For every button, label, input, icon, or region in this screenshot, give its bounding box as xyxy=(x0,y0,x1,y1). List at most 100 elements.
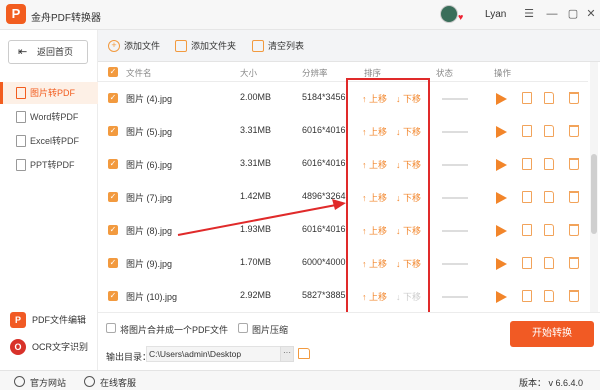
sidebar-item-image-to-pdf[interactable]: 图片转PDF xyxy=(0,82,98,104)
clear-list-button[interactable]: 清空列表 xyxy=(252,39,304,53)
open-folder-icon[interactable] xyxy=(544,125,554,137)
row-checkbox[interactable]: ✓ xyxy=(108,126,118,136)
close-button[interactable]: ✕ xyxy=(584,7,598,21)
sidebar-item-excel-to-pdf[interactable]: Excel转PDF xyxy=(0,130,98,152)
version-text: 版本： v 6.6.4.0 xyxy=(519,378,584,388)
merge-label: 将图片合并成一个PDF文件 xyxy=(120,325,229,335)
delete-icon[interactable] xyxy=(569,191,579,203)
open-output-folder-icon[interactable] xyxy=(298,348,310,359)
row-checkbox[interactable]: ✓ xyxy=(108,159,118,169)
ocr-link[interactable]: O OCR文字识别 xyxy=(10,337,96,357)
delete-icon[interactable] xyxy=(569,290,579,302)
document-icon[interactable] xyxy=(522,92,532,104)
ocr-icon: O xyxy=(10,339,26,355)
document-icon[interactable] xyxy=(522,158,532,170)
open-folder-icon[interactable] xyxy=(544,92,554,104)
open-folder-icon[interactable] xyxy=(544,290,554,302)
merge-checkbox[interactable] xyxy=(106,323,116,333)
progress-bar xyxy=(442,164,468,166)
progress-bar xyxy=(442,98,468,100)
progress-bar xyxy=(442,131,468,133)
file-name: 图片 (8).jpg xyxy=(126,226,173,236)
play-icon[interactable] xyxy=(496,192,507,204)
col-name: 文件名 xyxy=(126,68,152,78)
file-name: 图片 (5).jpg xyxy=(126,127,173,137)
delete-icon[interactable] xyxy=(569,224,579,236)
open-folder-icon[interactable] xyxy=(544,191,554,203)
play-icon[interactable] xyxy=(496,225,507,237)
col-resolution: 分辨率 xyxy=(302,68,328,78)
compress-option[interactable]: 图片压缩 xyxy=(238,323,288,336)
document-icon[interactable] xyxy=(522,224,532,236)
username[interactable]: Lyan xyxy=(485,9,506,20)
add-file-button[interactable]: + 添加文件 xyxy=(108,39,160,53)
play-icon[interactable] xyxy=(496,93,507,105)
highlight-box xyxy=(346,78,430,314)
scroll-thumb[interactable] xyxy=(591,154,597,234)
restore-button[interactable]: ▢ xyxy=(566,7,580,21)
output-dir-input[interactable]: C:\Users\admin\Desktop xyxy=(146,346,290,362)
scrollbar[interactable] xyxy=(590,62,598,312)
start-convert-button[interactable]: 开始转换 xyxy=(510,321,594,347)
toolbar: + 添加文件 添加文件夹 清空列表 xyxy=(98,30,600,62)
website-label: 官方网站 xyxy=(30,378,67,388)
ppt-file-icon xyxy=(16,159,26,171)
file-name: 图片 (4).jpg xyxy=(126,94,173,104)
add-folder-button[interactable]: 添加文件夹 xyxy=(175,39,236,53)
sidebar-item-word-to-pdf[interactable]: Word转PDF xyxy=(0,106,98,128)
table-row[interactable]: ✓ 图片 (6).jpg 3.31MB 6016*4016 ↑ 上移 ↓ 下移 xyxy=(98,148,588,182)
sidebar-item-ppt-to-pdf[interactable]: PPT转PDF xyxy=(0,154,98,176)
pdf-edit-icon: P xyxy=(10,312,26,328)
play-icon[interactable] xyxy=(496,291,507,303)
table-row[interactable]: ✓ 图片 (10).jpg 2.92MB 5827*3885 ↑ 上移 ↓ 下移 xyxy=(98,280,588,314)
word-file-icon xyxy=(16,111,26,123)
website-link[interactable]: 官方网站 xyxy=(14,376,66,389)
table-row[interactable]: ✓ 图片 (9).jpg 1.70MB 6000*4000 ↑ 上移 ↓ 下移 xyxy=(98,247,588,281)
add-circle-icon: + xyxy=(108,40,120,52)
minimize-button[interactable]: — xyxy=(545,7,559,21)
globe-icon xyxy=(14,376,25,387)
delete-icon[interactable] xyxy=(569,92,579,104)
file-size: 3.31MB xyxy=(240,158,272,168)
progress-bar xyxy=(442,197,468,199)
progress-bar xyxy=(442,296,468,298)
document-icon[interactable] xyxy=(522,257,532,269)
select-all-checkbox[interactable]: ✓ xyxy=(108,67,118,77)
document-icon[interactable] xyxy=(522,290,532,302)
merge-option[interactable]: 将图片合并成一个PDF文件 xyxy=(106,323,228,336)
col-status: 状态 xyxy=(436,68,454,78)
menu-icon[interactable]: ☰ xyxy=(522,7,536,21)
play-icon[interactable] xyxy=(496,159,507,171)
row-checkbox[interactable]: ✓ xyxy=(108,291,118,301)
sidebar: ⇤ 返回首页 图片转PDF Word转PDF Excel转PDF PPT转PDF… xyxy=(0,30,98,370)
document-icon[interactable] xyxy=(522,125,532,137)
back-home-button[interactable]: ⇤ 返回首页 xyxy=(8,40,88,64)
open-folder-icon[interactable] xyxy=(544,257,554,269)
row-checkbox[interactable]: ✓ xyxy=(108,93,118,103)
col-actions: 操作 xyxy=(494,68,512,78)
image-file-icon xyxy=(16,87,26,99)
play-icon[interactable] xyxy=(496,126,507,138)
play-icon[interactable] xyxy=(496,258,507,270)
compress-checkbox[interactable] xyxy=(238,323,248,333)
clear-list-label: 清空列表 xyxy=(268,41,305,51)
document-icon[interactable] xyxy=(522,191,532,203)
support-link[interactable]: 在线客服 xyxy=(84,376,136,389)
open-folder-icon[interactable] xyxy=(544,158,554,170)
ocr-label: OCR文字识别 xyxy=(32,342,88,352)
table-row[interactable]: ✓ 图片 (4).jpg 2.00MB 5184*3456 ↑ 上移 ↓ 下移 xyxy=(98,82,588,116)
add-file-label: 添加文件 xyxy=(124,41,161,51)
user-avatar[interactable] xyxy=(440,5,458,23)
pdf-edit-link[interactable]: P PDF文件编辑 xyxy=(10,310,96,330)
delete-icon[interactable] xyxy=(569,257,579,269)
delete-icon[interactable] xyxy=(569,125,579,137)
table-row[interactable]: ✓ 图片 (5).jpg 3.31MB 6016*4016 ↑ 上移 ↓ 下移 xyxy=(98,115,588,149)
row-checkbox[interactable]: ✓ xyxy=(108,225,118,235)
row-checkbox[interactable]: ✓ xyxy=(108,258,118,268)
sidebar-item-label: PPT转PDF xyxy=(30,160,75,170)
open-folder-icon[interactable] xyxy=(544,224,554,236)
chat-icon xyxy=(84,376,95,387)
browse-button[interactable]: ··· xyxy=(280,346,294,362)
row-checkbox[interactable]: ✓ xyxy=(108,192,118,202)
delete-icon[interactable] xyxy=(569,158,579,170)
